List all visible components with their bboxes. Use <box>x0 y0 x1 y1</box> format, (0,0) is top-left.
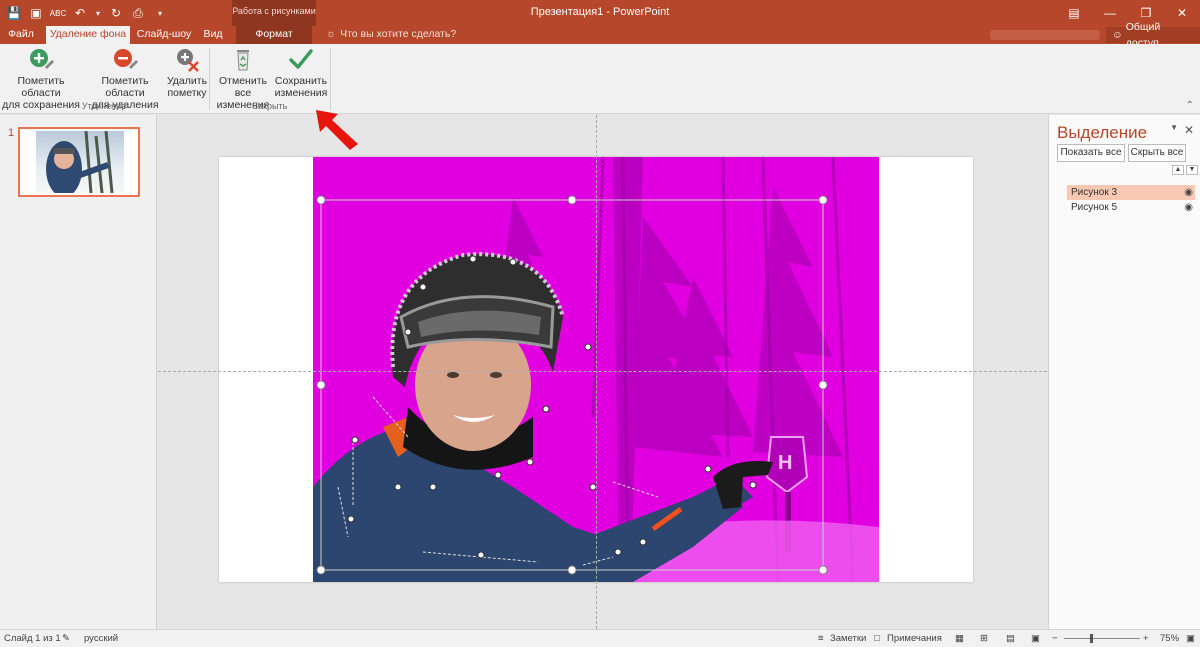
slide-editing-canvas[interactable]: H <box>158 115 1047 629</box>
normal-view-icon[interactable]: ▦ <box>955 633 964 644</box>
collapse-ribbon-icon[interactable]: ⌃ <box>1186 100 1194 111</box>
zoom-in-icon[interactable]: + <box>1143 633 1149 644</box>
tab-remove-background[interactable]: Удаление фона <box>46 26 130 44</box>
presenter-icon[interactable]: ▣ <box>28 5 44 21</box>
show-all-button[interactable]: Показать все <box>1057 144 1125 162</box>
customize-qat-icon[interactable]: ▾ <box>152 5 168 21</box>
close-pane-icon[interactable]: ✕ <box>1184 123 1194 137</box>
delete-mark-button[interactable]: Удалить пометку <box>166 47 208 99</box>
language[interactable]: русский <box>84 633 118 644</box>
mark-keep-label-1: Пометить области <box>17 75 65 99</box>
selection-item[interactable]: Рисунок 5 ◉ <box>1067 200 1195 215</box>
selection-pane: Выделение ▼ ✕ Показать все Скрыть все ▲ … <box>1048 115 1200 629</box>
context-group-title: Работа с рисунками <box>232 6 316 16</box>
comments-icon: □ <box>874 633 880 644</box>
hide-all-button[interactable]: Скрыть все <box>1128 144 1186 162</box>
slides-pane: 1 <box>0 115 157 629</box>
tab-format[interactable]: Формат <box>236 26 312 44</box>
quick-access-toolbar: 💾 ▣ ABC ↶ ▾ ↻ ⎙ ▾ <box>6 3 168 23</box>
mark-remove-label-1: Пометить области <box>101 75 149 99</box>
plus-pencil-icon <box>27 47 55 73</box>
keep-label-2: изменения <box>274 87 328 99</box>
ribbon: Пометить области для сохранения Пометить… <box>0 44 1200 114</box>
zoom-out-icon[interactable]: − <box>1052 633 1058 644</box>
delete-mark-label-1: Удалить <box>166 75 208 87</box>
recycle-bin-icon <box>229 47 257 73</box>
selection-item[interactable]: Рисунок 3 ◉ <box>1067 185 1195 200</box>
tab-view[interactable]: Вид <box>198 26 228 44</box>
slide-thumbnail[interactable] <box>18 127 140 197</box>
vertical-guide <box>596 115 597 629</box>
ribbon-display-icon[interactable]: ▤ <box>1056 0 1092 26</box>
spellcheck-icon[interactable]: ✎ <box>62 633 70 644</box>
minimize-icon[interactable]: — <box>1092 0 1128 26</box>
eye-icon[interactable]: ◉ <box>1184 200 1193 215</box>
reading-view-icon[interactable]: ▤ <box>1006 633 1015 644</box>
title-bar: 💾 ▣ ABC ↶ ▾ ↻ ⎙ ▾ Работа с рисунками Пре… <box>0 0 1200 43</box>
status-bar: Слайд 1 из 1 ✎ русский ≡ Заметки □ Приме… <box>0 629 1200 647</box>
tell-me-text: Что вы хотите сделать? <box>340 28 457 40</box>
send-backward-icon[interactable]: ▼ <box>1186 165 1198 175</box>
notes-icon: ≡ <box>818 633 824 644</box>
zoom-level[interactable]: 75% <box>1160 633 1179 644</box>
selection-item-label: Рисунок 5 <box>1071 202 1118 213</box>
selection-pane-title: Выделение <box>1057 123 1148 142</box>
zoom-slider-thumb[interactable] <box>1090 634 1093 643</box>
selection-item-label: Рисунок 3 <box>1071 187 1118 198</box>
save-icon[interactable]: 💾 <box>6 5 22 21</box>
tab-slideshow[interactable]: Слайд-шоу <box>134 26 194 44</box>
red-arrow-icon <box>316 110 358 150</box>
thumbnail-photo <box>36 131 124 193</box>
undo-icon[interactable]: ↶ <box>72 5 88 21</box>
undo-dropdown-icon[interactable]: ▾ <box>94 5 102 21</box>
pane-options-icon[interactable]: ▼ <box>1170 123 1178 132</box>
horizontal-guide <box>158 371 1047 372</box>
bring-forward-icon[interactable]: ▲ <box>1172 165 1184 175</box>
fit-to-window-icon[interactable]: ▣ <box>1186 633 1195 644</box>
slide-info: Слайд 1 из 1 <box>4 633 61 644</box>
person-icon: ☺ <box>1112 29 1123 41</box>
print-icon[interactable]: ⎙ <box>130 5 146 21</box>
notes-button[interactable]: Заметки <box>830 633 866 644</box>
checkmark-icon <box>287 47 315 73</box>
share-button[interactable]: ☺ Общий доступ <box>1106 21 1200 49</box>
svg-text:H: H <box>778 452 792 474</box>
keep-label-1: Сохранить <box>274 75 328 87</box>
delete-mark-label-2: пометку <box>167 87 207 99</box>
minus-pencil-icon <box>111 47 139 73</box>
delete-mark-icon <box>173 47 201 73</box>
keep-changes-button[interactable]: Сохранить изменения <box>274 47 328 99</box>
spelling-icon[interactable]: ABC <box>50 5 66 21</box>
tell-me-box[interactable]: ☼ Что вы хотите сделать? <box>326 28 456 40</box>
tab-file[interactable]: Файл <box>2 26 40 44</box>
zoom-slider[interactable] <box>1064 638 1140 639</box>
document-title: Презентация1 - PowerPoint <box>530 6 670 18</box>
comments-button[interactable]: Примечания <box>887 633 942 644</box>
group-label-refine: Уточнение <box>81 101 127 111</box>
user-name-blurred <box>990 30 1100 40</box>
eye-icon[interactable]: ◉ <box>1184 185 1193 200</box>
slide-number: 1 <box>8 127 15 139</box>
redo-icon[interactable]: ↻ <box>108 5 124 21</box>
lightbulb-icon: ☼ <box>326 28 337 40</box>
slideshow-view-icon[interactable]: ▣ <box>1031 633 1040 644</box>
discard-label-1: Отменить все <box>219 75 267 99</box>
ribbon-tabs: Файл Удаление фона Слайд-шоу Вид Формат … <box>0 21 1200 49</box>
ribbon-separator <box>330 48 331 110</box>
slide-sorter-icon[interactable]: ⊞ <box>980 633 988 644</box>
